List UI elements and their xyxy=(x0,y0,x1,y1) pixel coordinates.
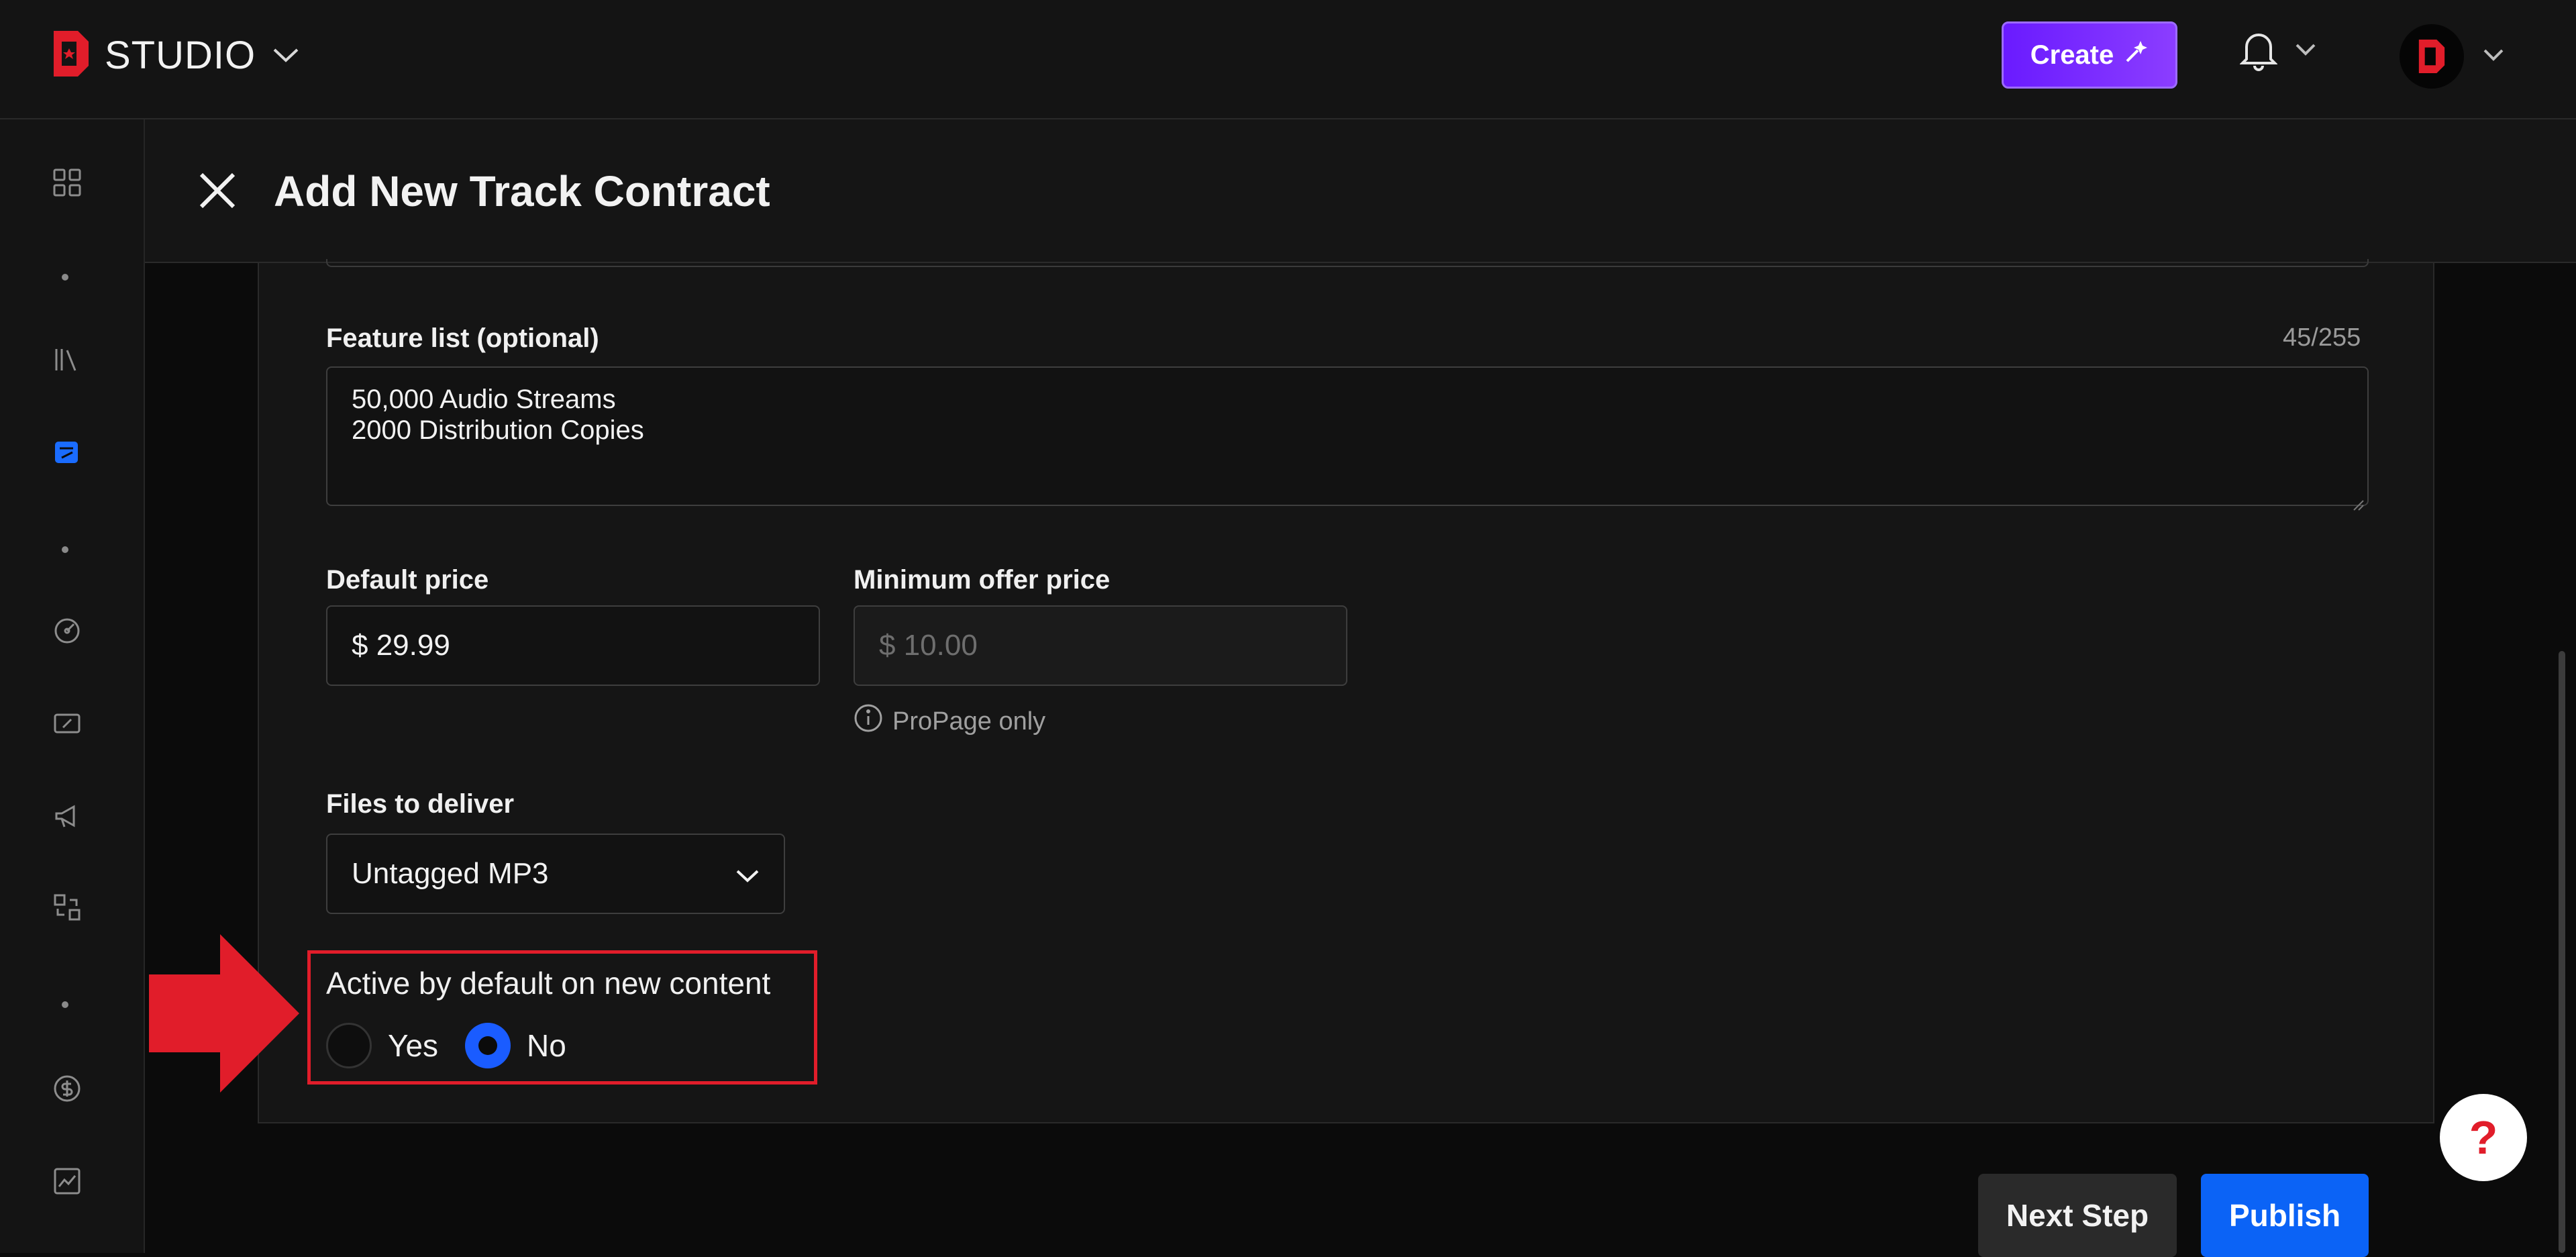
chevron-down-icon[interactable] xyxy=(2295,42,2316,60)
propage-hint-text: ProPage only xyxy=(892,707,1046,736)
annotation-arrow xyxy=(149,934,299,1096)
collaborate-icon[interactable] xyxy=(51,891,83,923)
active-default-label: Active by default on new content xyxy=(326,966,771,1001)
dollar-icon[interactable] xyxy=(51,1072,83,1105)
bell-icon[interactable] xyxy=(2239,28,2278,74)
radio-no-label[interactable]: No xyxy=(527,1027,566,1064)
notifications[interactable] xyxy=(2239,28,2316,74)
scrollbar[interactable] xyxy=(2559,651,2565,1253)
minimum-offer-input[interactable]: $ 10.00 xyxy=(854,605,1347,686)
default-price-input[interactable]: $ 29.99 xyxy=(326,605,820,686)
create-button[interactable]: Create xyxy=(2002,21,2177,89)
megaphone-icon[interactable] xyxy=(51,800,83,832)
contracts-icon[interactable] xyxy=(51,436,83,468)
feature-list-textarea[interactable]: 50,000 Audio Streams 2000 Distribution C… xyxy=(326,366,2369,511)
dashboard-grid-icon[interactable] xyxy=(51,166,83,199)
publish-button[interactable]: Publish xyxy=(2201,1174,2369,1257)
files-to-deliver-select[interactable]: Untagged MP3 xyxy=(326,834,785,914)
contract-form: Feature list (optional) 45/255 50,000 Au… xyxy=(258,259,2434,1123)
active-default-radio-group: Yes No xyxy=(326,1023,593,1068)
feature-list-line: 50,000 Audio Streams xyxy=(352,385,616,414)
files-to-deliver-label: Files to deliver xyxy=(326,789,515,819)
account-menu[interactable] xyxy=(2400,24,2504,89)
sidebar-separator xyxy=(62,546,68,553)
chevron-down-icon xyxy=(735,857,760,891)
radio-yes[interactable] xyxy=(326,1023,372,1068)
modal-header: Add New Track Contract xyxy=(145,119,2576,263)
top-bar: STUDIO Create xyxy=(0,0,2576,119)
radio-yes-label[interactable]: Yes xyxy=(388,1027,438,1064)
analytics-gauge-icon[interactable] xyxy=(51,615,83,647)
coupon-icon[interactable] xyxy=(51,707,83,740)
propage-hint: ProPage only xyxy=(854,703,1045,740)
library-icon[interactable] xyxy=(51,344,83,376)
avatar[interactable] xyxy=(2400,24,2464,89)
minimum-offer-label: Minimum offer price xyxy=(854,565,1111,595)
info-icon xyxy=(854,703,883,740)
files-to-deliver-value: Untagged MP3 xyxy=(352,857,549,890)
feature-list-line: 2000 Distribution Copies xyxy=(352,415,644,445)
chevron-down-icon[interactable] xyxy=(272,46,300,64)
create-button-label: Create xyxy=(2030,40,2114,70)
brand[interactable]: STUDIO xyxy=(51,27,300,83)
chevron-down-icon[interactable] xyxy=(2483,48,2504,66)
feature-list-counter: 45/255 xyxy=(2283,323,2361,352)
sparkle-icon xyxy=(2124,40,2149,70)
resize-handle-icon[interactable] xyxy=(2350,487,2365,511)
next-step-button[interactable]: Next Step xyxy=(1978,1174,2177,1257)
sidebar-separator xyxy=(62,1001,68,1008)
feature-list-label: Feature list (optional) xyxy=(326,323,599,353)
sidebar xyxy=(0,119,145,1253)
brand-logo-icon xyxy=(51,28,91,83)
chart-image-icon[interactable] xyxy=(51,1165,83,1197)
previous-field-edge xyxy=(326,259,2369,267)
help-button[interactable]: ? xyxy=(2440,1094,2527,1181)
close-icon[interactable] xyxy=(197,170,238,211)
modal-title: Add New Track Contract xyxy=(274,167,770,215)
brand-name: STUDIO xyxy=(105,33,256,77)
sidebar-separator xyxy=(62,274,68,281)
default-price-label: Default price xyxy=(326,565,489,595)
radio-no[interactable] xyxy=(465,1023,511,1068)
